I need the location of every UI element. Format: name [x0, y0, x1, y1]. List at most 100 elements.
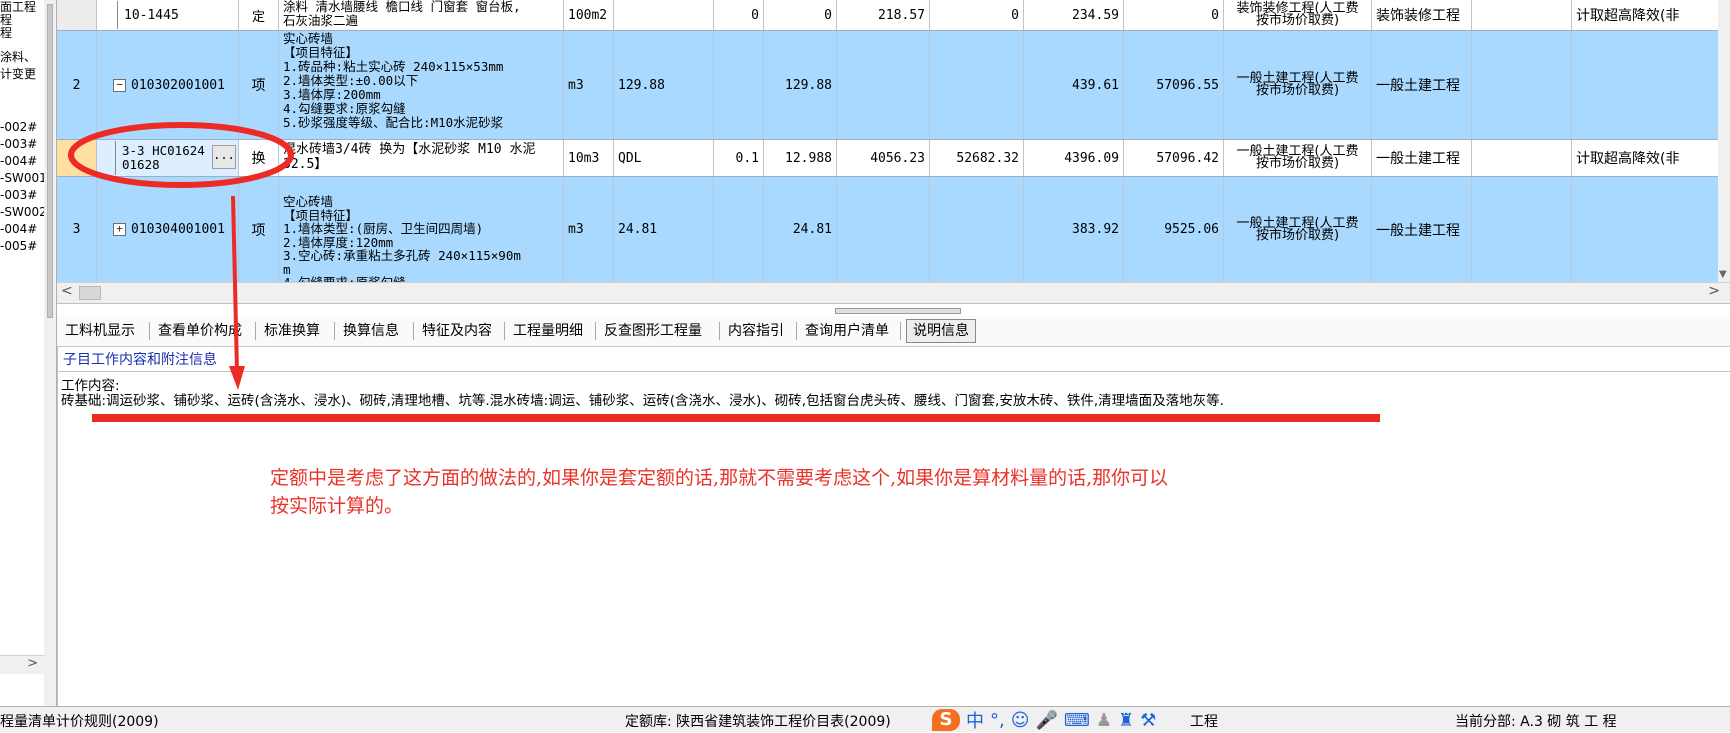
expr-cell[interactable]: QDL — [614, 140, 714, 176]
tree-item[interactable]: -003# — [0, 188, 37, 202]
extra-cell[interactable] — [1472, 177, 1572, 282]
ime-skin-icon[interactable]: ♜ — [1118, 710, 1134, 731]
name-cell[interactable]: 实心砖墙 【项目特征】 1.砖品种:粘土实心砖 240×115×53mm 2.墙… — [279, 31, 564, 139]
grid-horizontal-scrollbar[interactable]: < > — [57, 282, 1730, 304]
unit-cell[interactable]: m3 — [564, 177, 614, 282]
tree-item[interactable]: -004# — [0, 154, 37, 168]
name-cell[interactable]: 空心砖墙 【项目特征】 1.墙体类型:(厨房、卫生间四周墙) 2.墙体厚度:12… — [279, 177, 564, 282]
scrollbar-thumb[interactable] — [79, 286, 101, 300]
expand-toggle-icon[interactable]: + — [113, 223, 126, 236]
extra-cell[interactable] — [1472, 0, 1572, 30]
grid-vertical-scrollbar[interactable]: ▼ — [1718, 0, 1730, 282]
remark-cell[interactable] — [1572, 31, 1730, 139]
scrollbar-thumb[interactable] — [47, 4, 53, 318]
total-cell[interactable] — [930, 31, 1024, 139]
tree-item[interactable]: -004# — [0, 222, 37, 236]
fee-category-cell[interactable]: 一般土建工程(人工费 按市场价取费) — [1224, 177, 1372, 282]
scroll-left-arrow-icon[interactable]: < — [61, 283, 73, 299]
qty-cell[interactable]: 0 — [764, 0, 837, 30]
expr-cell[interactable]: 24.81 — [614, 177, 714, 282]
panel-splitter-handle[interactable] — [835, 308, 961, 314]
type-cell[interactable]: 换 — [239, 140, 279, 176]
tree-item[interactable]: 程 — [0, 26, 12, 40]
ime-keyboard-icon[interactable]: ⌨ — [1064, 710, 1090, 731]
table-row[interactable]: 2 − 010302001001 项 实心砖墙 【项目特征】 1.砖品种:粘土实… — [57, 31, 1730, 140]
unit-cell[interactable]: m3 — [564, 31, 614, 139]
tree-item[interactable]: -002# — [0, 120, 37, 134]
coef-cell[interactable] — [714, 31, 764, 139]
description-textbox[interactable]: 工作内容: 砖基础:调运砂浆、铺砂浆、运砖(含浇水、浸水)、砌砖,清理地槽、坑等… — [58, 371, 1730, 705]
ime-punctuation-icon[interactable]: °, — [990, 710, 1005, 731]
total-cell[interactable] — [930, 177, 1024, 282]
tab-unit-price[interactable]: 查看单价构成 — [158, 320, 242, 342]
tab-standard-conversion[interactable]: 标准换算 — [264, 320, 320, 342]
fee-category-cell[interactable]: 装饰装修工程(人工费 按市场价取费) — [1224, 0, 1372, 30]
coef-cell[interactable]: 0.1 — [714, 140, 764, 176]
sogou-logo-icon[interactable]: S — [932, 709, 960, 731]
tree-item[interactable]: 面工程 — [0, 0, 36, 14]
tree-item[interactable]: -SW001 — [0, 171, 44, 185]
name-cell[interactable]: 涂料 清水墙腰线 檐口线 门窗套 窗台板, 石灰油浆二遍 — [279, 0, 564, 30]
ime-user-icon[interactable]: ♟ — [1096, 710, 1112, 731]
major-cell[interactable]: 一般土建工程 — [1372, 140, 1472, 176]
scroll-down-arrow-icon[interactable]: ▼ — [1719, 269, 1727, 280]
row-indicator[interactable] — [57, 0, 97, 30]
row-number-cell[interactable]: 3 — [57, 177, 97, 282]
scroll-right-arrow-icon[interactable]: > — [27, 656, 38, 671]
scroll-right-arrow-icon[interactable]: > — [1708, 283, 1720, 299]
fee-category-cell[interactable]: 一般土建工程(人工费 按市场价取费) — [1224, 31, 1372, 139]
tab-quantity-detail[interactable]: 工程量明细 — [513, 320, 583, 342]
unit-cell[interactable]: 100m2 — [564, 0, 614, 30]
ime-tools-icon[interactable]: ⚒ — [1140, 710, 1156, 731]
sum-cell[interactable]: 0 — [1124, 0, 1224, 30]
qty-cell[interactable]: 12.988 — [764, 140, 837, 176]
unit-price-cell[interactable]: 439.61 — [1024, 31, 1124, 139]
tab-reverse-lookup[interactable]: 反查图形工程量 — [604, 320, 702, 342]
tree-item[interactable]: -005# — [0, 239, 37, 253]
ime-emoji-icon[interactable]: ☺ — [1011, 710, 1030, 731]
extra-cell[interactable] — [1472, 140, 1572, 176]
code-cell[interactable]: − 010302001001 — [97, 31, 239, 139]
extra-cell[interactable] — [1472, 31, 1572, 139]
code-cell[interactable]: + 010304001001 — [97, 177, 239, 282]
tab-user-list[interactable]: 查询用户清单 — [805, 320, 889, 342]
type-cell[interactable]: 项 — [239, 177, 279, 282]
qty-cell[interactable]: 24.81 — [764, 177, 837, 282]
tree-item[interactable]: 程 — [0, 13, 12, 27]
code-cell[interactable]: 3-3 HC01624 01628 ... — [97, 140, 239, 176]
major-cell[interactable]: 一般土建工程 — [1372, 177, 1472, 282]
tab-content-guide[interactable]: 内容指引 — [728, 320, 784, 342]
table-row[interactable]: 10-1445 定 涂料 清水墙腰线 檐口线 门窗套 窗台板, 石灰油浆二遍 1… — [57, 0, 1730, 31]
tab-features-content[interactable]: 特征及内容 — [422, 320, 492, 342]
sum-cell[interactable]: 57096.55 — [1124, 31, 1224, 139]
type-cell[interactable]: 定 — [239, 0, 279, 30]
left-vertical-scrollbar[interactable] — [44, 0, 57, 706]
unit-cell[interactable]: 10m3 — [564, 140, 614, 176]
unit-price-cell[interactable]: 234.59 — [1024, 0, 1124, 30]
expr-cell[interactable] — [614, 0, 714, 30]
tree-item[interactable]: -SW002 — [0, 205, 44, 219]
expr-cell[interactable]: 129.88 — [614, 31, 714, 139]
sum-cell[interactable]: 9525.06 — [1124, 177, 1224, 282]
sum-cell[interactable]: 57096.42 — [1124, 140, 1224, 176]
qty-cell[interactable]: 129.88 — [764, 31, 837, 139]
tab-labor-material[interactable]: 工料机显示 — [65, 320, 135, 342]
price-cell[interactable]: 218.57 — [837, 0, 930, 30]
more-options-button[interactable]: ... — [212, 145, 236, 169]
coef-cell[interactable] — [714, 177, 764, 282]
code-cell[interactable]: 10-1445 — [97, 0, 239, 30]
total-cell[interactable]: 52682.32 — [930, 140, 1024, 176]
ime-toolbar[interactable]: S 中 °, ☺ 🎤 ⌨ ♟ ♜ ⚒ — [932, 709, 1156, 732]
name-cell[interactable]: 混水砖墙3/4砖 换为【水泥砂浆 M10 水泥 32.5】 — [279, 140, 564, 176]
tree-item[interactable]: 涂料、 — [0, 50, 36, 64]
tree-item[interactable]: -003# — [0, 137, 37, 151]
remark-cell[interactable]: 计取超高降效(非 — [1572, 0, 1730, 30]
fee-category-cell[interactable]: 一般土建工程(人工费 按市场价取费) — [1224, 140, 1372, 176]
total-cell[interactable]: 0 — [930, 0, 1024, 30]
row-number-cell[interactable]: 2 — [57, 31, 97, 139]
unit-price-cell[interactable]: 4396.09 — [1024, 140, 1124, 176]
major-cell[interactable]: 装饰装修工程 — [1372, 0, 1472, 30]
table-row[interactable]: 3 + 010304001001 项 空心砖墙 【项目特征】 1.墙体类型:(厨… — [57, 177, 1730, 282]
major-cell[interactable]: 一般土建工程 — [1372, 31, 1472, 139]
coef-cell[interactable]: 0 — [714, 0, 764, 30]
